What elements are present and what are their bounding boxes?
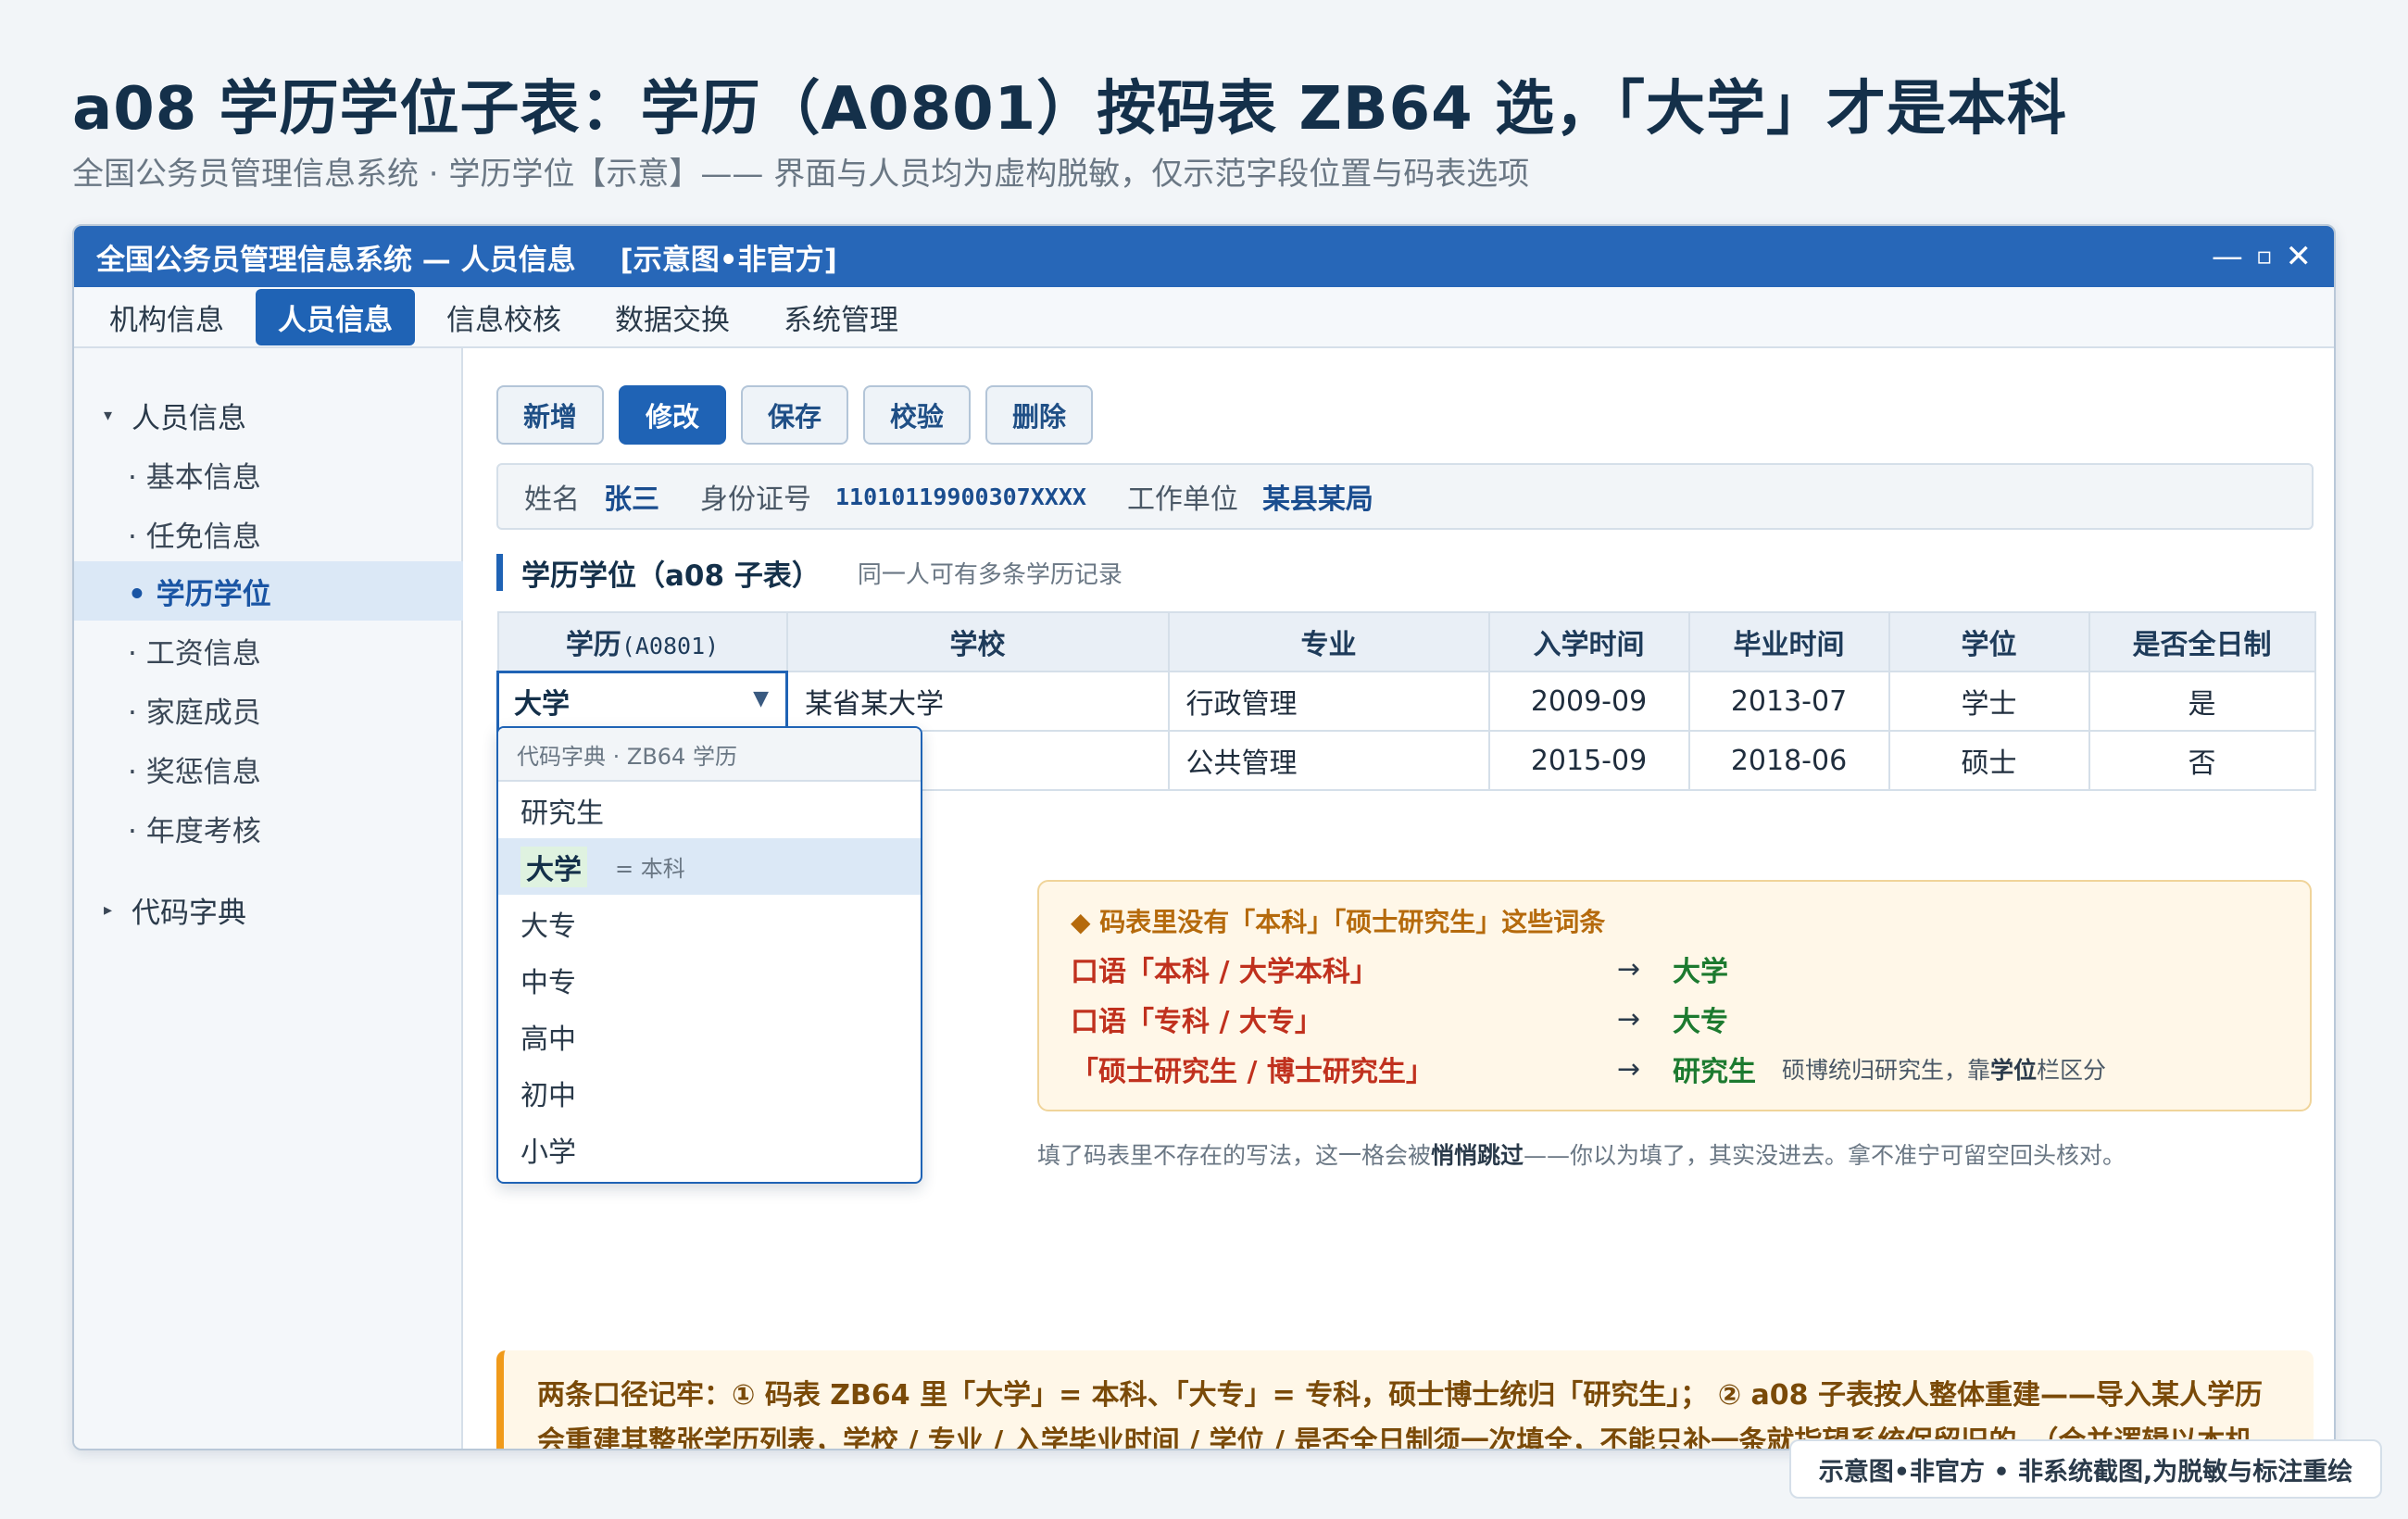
id-value: 11010119900307XXXX bbox=[835, 483, 1086, 510]
end-cell[interactable]: 2013-07 bbox=[1687, 671, 1890, 732]
sidebar-item-assessment[interactable]: · 年度考核 bbox=[74, 798, 463, 858]
major-cell[interactable]: 行政管理 bbox=[1167, 671, 1490, 732]
menu-item-personnel[interactable]: 人员信息 bbox=[256, 288, 415, 345]
dropdown-option-technical[interactable]: 中专 bbox=[498, 951, 921, 1008]
col-header-school: 学校 bbox=[785, 611, 1170, 672]
col-header-major: 专业 bbox=[1167, 611, 1490, 672]
dropdown-option-college[interactable]: 大专 bbox=[498, 895, 921, 951]
school-cell[interactable]: 某省某大学 bbox=[785, 671, 1170, 732]
dropdown-option-primary[interactable]: 小学 bbox=[498, 1121, 921, 1177]
callout-target: 大学 bbox=[1673, 956, 1728, 988]
major-cell[interactable]: 公共管理 bbox=[1167, 730, 1490, 791]
callout-row: 口语「本科 / 大学本科」 → 大学 bbox=[1071, 945, 1728, 993]
menu-item-exchange[interactable]: 数据交换 bbox=[593, 289, 752, 345]
name-label: 姓名 bbox=[524, 483, 580, 516]
option-label: 大学 bbox=[520, 846, 587, 887]
delete-button[interactable]: 删除 bbox=[985, 385, 1093, 445]
main-panel: 新增 修改 保存 校验 删除 姓名 张三 身份证号 11010119900307… bbox=[463, 348, 2334, 1449]
sidebar-item-family[interactable]: · 家庭成员 bbox=[74, 680, 463, 739]
callout-source: 「硕士研究生 / 博士研究生」 bbox=[1071, 1056, 1434, 1088]
menu-item-check[interactable]: 信息校核 bbox=[424, 289, 583, 345]
minimize-icon[interactable]: — bbox=[2212, 238, 2243, 275]
unit-label: 工作单位 bbox=[1126, 483, 1238, 516]
callout-source: 口语「本科 / 大学本科」 bbox=[1071, 956, 1378, 988]
window-controls: — ▫ ✕ bbox=[2212, 238, 2312, 275]
col-header-fulltime: 是否全日制 bbox=[2088, 611, 2316, 672]
education-dropdown: 代码字典 · ZB64 学历 研究生 大学 = 本科 大专 中专 高中 初中 小… bbox=[496, 726, 922, 1184]
window-titlebar: 全国公务员管理信息系统 — 人员信息 [示意图•非官方] — ▫ ✕ bbox=[74, 226, 2334, 287]
table-row: 大学 ▼ 某省某大学 行政管理 2009-09 2013-07 学士 是 bbox=[496, 670, 2316, 733]
app-window: 全国公务员管理信息系统 — 人员信息 [示意图•非官方] — ▫ ✕ 机构信息 … bbox=[72, 224, 2336, 1450]
callout-title: ◆ 码表里没有「本科」「硕士研究生」这些词条 bbox=[1071, 907, 1606, 937]
window-title: 全国公务员管理信息系统 — 人员信息 bbox=[96, 243, 576, 277]
callout-source: 口语「专科 / 大专」 bbox=[1071, 1006, 1323, 1038]
sidebar-item-rewards[interactable]: · 奖惩信息 bbox=[74, 739, 463, 798]
name-value: 张三 bbox=[604, 483, 659, 516]
caret-down-icon: ▾ bbox=[104, 405, 113, 425]
arrow-right-icon: → bbox=[1617, 952, 1641, 985]
menu-item-system[interactable]: 系统管理 bbox=[761, 289, 921, 345]
dropdown-option-middleschool[interactable]: 初中 bbox=[498, 1064, 921, 1121]
fulltime-cell[interactable]: 是 bbox=[2088, 671, 2316, 732]
callout-row: 「硕士研究生 / 博士研究生」 → 研究生 硕博统归研究生，靠学位栏区分 bbox=[1071, 1045, 2106, 1093]
dropdown-option-highschool[interactable]: 高中 bbox=[498, 1008, 921, 1064]
sidebar-group-label: 人员信息 bbox=[132, 401, 246, 435]
col-header-education: 学历(A0801) bbox=[496, 611, 788, 672]
callout-row: 口语「专科 / 大专」 → 大专 bbox=[1071, 995, 1728, 1043]
mapping-callout: ◆ 码表里没有「本科」「硕士研究生」这些词条 口语「本科 / 大学本科」 → 大… bbox=[1037, 880, 2312, 1111]
sidebar-item-appointment[interactable]: · 任免信息 bbox=[74, 504, 463, 563]
sidebar-group-personnel[interactable]: ▾ 人员信息 bbox=[74, 385, 463, 445]
unit-value: 某县某局 bbox=[1261, 483, 1373, 516]
end-cell[interactable]: 2018-06 bbox=[1687, 730, 1890, 791]
start-cell[interactable]: 2009-09 bbox=[1487, 671, 1690, 732]
save-button[interactable]: 保存 bbox=[741, 385, 848, 445]
caret-right-icon: ▸ bbox=[104, 899, 113, 920]
sidebar-item-education[interactable]: • 学历学位 bbox=[74, 561, 463, 621]
callout-target: 研究生 bbox=[1673, 1056, 1756, 1088]
degree-cell[interactable]: 硕士 bbox=[1888, 730, 2090, 791]
validate-button[interactable]: 校验 bbox=[863, 385, 971, 445]
section-note: 同一人可有多条学历记录 bbox=[857, 560, 1122, 589]
section-title: 学历学位（a08 子表） bbox=[521, 559, 821, 593]
window-tag: [示意图•非官方] bbox=[620, 243, 837, 277]
close-icon[interactable]: ✕ bbox=[2286, 238, 2313, 275]
id-label: 身份证号 bbox=[700, 483, 811, 516]
arrow-right-icon: → bbox=[1617, 1002, 1641, 1036]
degree-cell[interactable]: 学士 bbox=[1888, 671, 2090, 732]
rules-note: 两条口径记牢：① 码表 ZB64 里「大学」= 本科、「大专」= 专科，硕士博士… bbox=[496, 1350, 2314, 1449]
add-button[interactable]: 新增 bbox=[496, 385, 604, 445]
page-title: a08 学历学位子表：学历（A0801）按码表 ZB64 选，「大学」才是本科 bbox=[72, 75, 2067, 144]
disclaimer-badge: 示意图•非官方 • 非系统截图,为脱敏与标注重绘 bbox=[1789, 1439, 2382, 1499]
edit-button[interactable]: 修改 bbox=[619, 385, 726, 445]
sidebar: ▾ 人员信息 · 基本信息 · 任免信息 • 学历学位 · 工资信息 · 家庭成… bbox=[74, 348, 463, 1449]
sidebar-group-dictionary[interactable]: ▸ 代码字典 bbox=[74, 880, 463, 939]
arrow-right-icon: → bbox=[1617, 1052, 1641, 1086]
section-heading: 学历学位（a08 子表） 同一人可有多条学历记录 bbox=[496, 554, 1122, 593]
person-info-bar: 姓名 张三 身份证号 11010119900307XXXX 工作单位 某县某局 bbox=[496, 463, 2314, 530]
dropdown-arrow-icon[interactable]: ▼ bbox=[753, 687, 769, 710]
dropdown-option-graduate[interactable]: 研究生 bbox=[498, 782, 921, 838]
callout-note: 硕博统归研究生，靠学位栏区分 bbox=[1782, 1057, 2107, 1084]
col-header-start: 入学时间 bbox=[1487, 611, 1690, 672]
table-header-row: 学历(A0801) 学校 专业 入学时间 毕业时间 学位 是否全日制 bbox=[496, 611, 2316, 672]
dropdown-header: 代码字典 · ZB64 学历 bbox=[498, 728, 921, 782]
fulltime-cell[interactable]: 否 bbox=[2088, 730, 2316, 791]
sidebar-item-salary[interactable]: · 工资信息 bbox=[74, 621, 463, 680]
maximize-icon[interactable]: ▫ bbox=[2256, 243, 2273, 270]
dropdown-option-university[interactable]: 大学 = 本科 bbox=[498, 838, 921, 895]
sidebar-item-basic[interactable]: · 基本信息 bbox=[74, 445, 463, 504]
callout-target: 大专 bbox=[1673, 1006, 1728, 1038]
menu-item-org[interactable]: 机构信息 bbox=[87, 289, 246, 345]
option-note: = 本科 bbox=[615, 856, 685, 882]
education-select[interactable]: 大学 ▼ bbox=[496, 670, 788, 733]
start-cell[interactable]: 2015-09 bbox=[1487, 730, 1690, 791]
col-header-end: 毕业时间 bbox=[1687, 611, 1890, 672]
skip-hint: 填了码表里不存在的写法，这一格会被悄悄跳过——你以为填了，其实没进去。拿不准宁可… bbox=[1037, 1142, 2126, 1169]
sidebar-group-label: 代码字典 bbox=[132, 896, 246, 930]
menu-bar: 机构信息 人员信息 信息校核 数据交换 系统管理 bbox=[74, 287, 2334, 348]
page-subtitle: 全国公务员管理信息系统 · 学历学位【示意】—— 界面与人员均为虚构脱敏，仅示范… bbox=[72, 156, 1530, 193]
col-header-degree: 学位 bbox=[1888, 611, 2090, 672]
